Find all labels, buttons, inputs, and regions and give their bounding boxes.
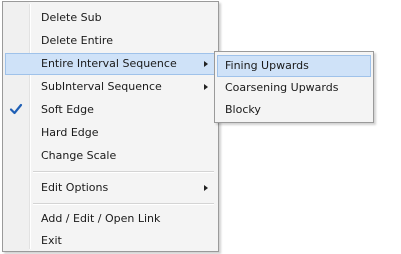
- submenu-item-label: Coarsening Upwards: [225, 81, 339, 94]
- menu-separator: [33, 203, 214, 205]
- submenu-item-coarsening-upwards[interactable]: Coarsening Upwards: [217, 77, 371, 99]
- menu-item-label: Delete Sub: [41, 11, 102, 24]
- menu-item-subinterval-sequence[interactable]: SubInterval Sequence: [5, 76, 216, 98]
- submenu-arrow-icon: [204, 185, 208, 191]
- menu-item-label: Exit: [41, 234, 62, 247]
- submenu-arrow-icon: [204, 84, 208, 90]
- context-menu: Delete Sub Delete Entire Entire Interval…: [2, 1, 219, 252]
- menu-item-exit[interactable]: Exit: [5, 230, 216, 252]
- submenu-item-blocky[interactable]: Blocky: [217, 99, 371, 121]
- menu-item-delete-entire[interactable]: Delete Entire: [5, 30, 216, 52]
- submenu-entire-interval-sequence: Fining Upwards Coarsening Upwards Blocky: [214, 51, 374, 123]
- menu-item-add-edit-open-link[interactable]: Add / Edit / Open Link: [5, 208, 216, 230]
- menu-item-label: Hard Edge: [41, 126, 99, 139]
- menu-item-hard-edge[interactable]: Hard Edge: [5, 122, 216, 144]
- menu-item-soft-edge[interactable]: Soft Edge: [5, 99, 216, 121]
- checkmark-icon: [9, 103, 23, 115]
- menu-item-label: SubInterval Sequence: [41, 80, 162, 93]
- menu-item-label: Add / Edit / Open Link: [41, 212, 161, 225]
- menu-item-label: Delete Entire: [41, 34, 113, 47]
- menu-item-edit-options[interactable]: Edit Options: [5, 177, 216, 199]
- menu-item-label: Edit Options: [41, 181, 109, 194]
- submenu-item-fining-upwards[interactable]: Fining Upwards: [217, 55, 371, 77]
- menu-item-entire-interval-sequence[interactable]: Entire Interval Sequence: [5, 53, 216, 75]
- menu-item-label: Soft Edge: [41, 103, 94, 116]
- submenu-item-label: Blocky: [225, 103, 261, 116]
- submenu-item-label: Fining Upwards: [225, 59, 309, 72]
- menu-item-delete-sub[interactable]: Delete Sub: [5, 7, 216, 29]
- menu-item-label: Entire Interval Sequence: [41, 57, 177, 70]
- menu-separator: [33, 171, 214, 173]
- submenu-arrow-icon: [204, 61, 208, 67]
- menu-item-label: Change Scale: [41, 149, 117, 162]
- menu-item-change-scale[interactable]: Change Scale: [5, 145, 216, 167]
